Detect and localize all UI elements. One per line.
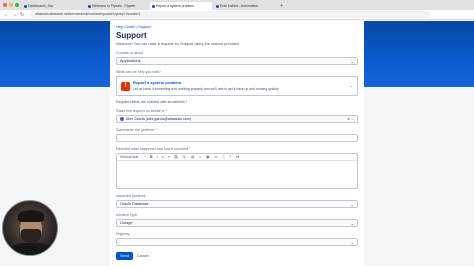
send-button[interactable]: Send [116, 252, 133, 260]
close-window-icon[interactable] [3, 3, 7, 7]
contact-value: Applications [120, 59, 141, 63]
attachment-icon[interactable]: 📎 [182, 155, 186, 159]
link-icon[interactable]: ⛓ [174, 155, 179, 159]
required-fields-note: Required fields are marked with an aster… [116, 100, 188, 104]
presenter-shirt [9, 243, 53, 255]
raise-on-behalf-label: Raise this request on behalf of * [116, 109, 167, 113]
new-tab-button[interactable]: + [278, 2, 283, 10]
contact-select[interactable]: Applications ⌄ [116, 57, 358, 65]
summary-label: Summarize the problem * [116, 128, 157, 132]
chevron-down-icon: ⌄ [350, 240, 354, 245]
tab-label: Report a system problem [156, 4, 194, 8]
impacted-systems-value: Oracle Database [120, 202, 149, 206]
emoji-icon[interactable]: ☺ [199, 155, 203, 159]
maximize-window-icon[interactable] [15, 3, 19, 7]
problem-icon: ! [121, 82, 130, 91]
nav-buttons: ← → ↻ [0, 12, 24, 18]
request-type-title: Report a system problem [133, 80, 182, 85]
browser-tab[interactable]: Rule builder - Automation [214, 2, 276, 10]
chevron-down-icon: ⌄ [350, 59, 354, 64]
editor-toolbar: Normal text ··· B I ≡ ≡ ⛓ 📎 @ ☺ ▦ <> ⓘ ❝… [117, 154, 357, 161]
bold-icon[interactable]: B [150, 155, 153, 159]
cancel-button[interactable]: Cancel [137, 254, 149, 258]
incident-type-label: Incident Type [116, 213, 138, 217]
presenter-hair [18, 210, 44, 222]
tab-favicon-icon [23, 4, 27, 8]
presenter-beard [21, 229, 41, 243]
help-label: What can we help you with? [116, 70, 161, 74]
breadcrumb-support[interactable]: Support [138, 25, 151, 29]
tab-label: Dashboard | Jira [28, 4, 53, 8]
urgency-label: Urgency [116, 232, 130, 236]
browser-tab-active[interactable]: Report a system problem [150, 2, 212, 10]
page-subtitle: Welcome! You can raise a request for Sup… [116, 42, 240, 46]
incident-type-value: Outage [120, 221, 133, 225]
tab-label: Rule builder - Automation [220, 4, 259, 8]
webcam-overlay [2, 200, 58, 256]
page-title: Support [116, 31, 147, 40]
chevron-down-icon: ⌄ [349, 83, 353, 88]
summary-input[interactable] [116, 134, 358, 142]
tab-favicon-icon [215, 4, 219, 8]
impacted-systems-label: Impacted Systems [116, 194, 146, 198]
description-editor[interactable]: Normal text ··· B I ≡ ≡ ⛓ 📎 @ ☺ ▦ <> ⓘ ❝… [116, 153, 358, 189]
bullet-list-icon[interactable]: ≡ [162, 155, 164, 159]
raise-on-behalf-field[interactable]: Alex Garcia (alex.garcia@atlassian.com) … [116, 115, 358, 123]
address-bar-row: ← → ↻ atlassian.atlassian.net/servicedes… [0, 10, 474, 20]
url-field[interactable]: atlassian.atlassian.net/servicedesk/cust… [30, 11, 431, 18]
form-actions: Send Cancel [116, 252, 358, 260]
contact-label: Contact us about [116, 51, 144, 55]
chevron-down-icon: ⌄ [350, 202, 354, 207]
italic-icon[interactable]: I [157, 155, 158, 159]
minimize-window-icon[interactable] [9, 3, 13, 7]
avatar [120, 117, 124, 121]
browser-tab[interactable]: Dashboard | Jira [22, 2, 84, 10]
tab-favicon-icon [87, 4, 91, 8]
clear-and-chevron-icon[interactable]: ⊗ ⌄ [347, 117, 354, 121]
browser-tab-bar: Dashboard | Jira Welcome to Flyweb - Fly… [0, 0, 474, 10]
breadcrumb-help-center[interactable]: Help Center [116, 25, 135, 29]
chevron-down-icon: ⌄ [350, 221, 354, 226]
request-form-card: Help Center / Support Support Welcome! Y… [110, 21, 364, 266]
tab-favicon-icon [151, 4, 155, 8]
raise-on-behalf-value: Alex Garcia (alex.garcia@atlassian.com) [126, 117, 191, 121]
insert-menu-icon[interactable]: +▾ [235, 155, 239, 159]
urgency-select[interactable]: ⌄ [116, 238, 358, 246]
more-formatting-icon[interactable]: ··· [142, 155, 146, 159]
breadcrumb: Help Center / Support [116, 25, 358, 29]
browser-tab[interactable]: Welcome to Flyweb - Flyweb [86, 2, 148, 10]
describe-label: Describe what happened and how it occurr… [116, 147, 191, 151]
forward-arrow-icon[interactable]: → [12, 12, 17, 18]
table-icon[interactable]: ▦ [206, 155, 209, 159]
incident-type-select[interactable]: Outage ⌄ [116, 219, 358, 227]
reload-icon[interactable]: ↻ [20, 12, 24, 18]
request-type-select[interactable]: ! Report a system problem Let us know if… [116, 76, 358, 96]
impacted-systems-select[interactable]: Oracle Database ⌄ [116, 200, 358, 208]
quote-icon[interactable]: ❝ [229, 155, 231, 159]
mention-icon[interactable]: @ [191, 155, 195, 159]
tab-label: Welcome to Flyweb - Flyweb [92, 4, 136, 8]
code-icon[interactable]: <> [214, 155, 218, 159]
request-type-description: Let us know if something isn't working p… [133, 87, 280, 91]
back-arrow-icon[interactable]: ← [4, 12, 9, 18]
numbered-list-icon[interactable]: ≡ [168, 155, 170, 159]
info-panel-icon[interactable]: ⓘ [222, 155, 226, 160]
text-style-dropdown[interactable]: Normal text [120, 155, 138, 159]
window-controls [3, 3, 19, 7]
